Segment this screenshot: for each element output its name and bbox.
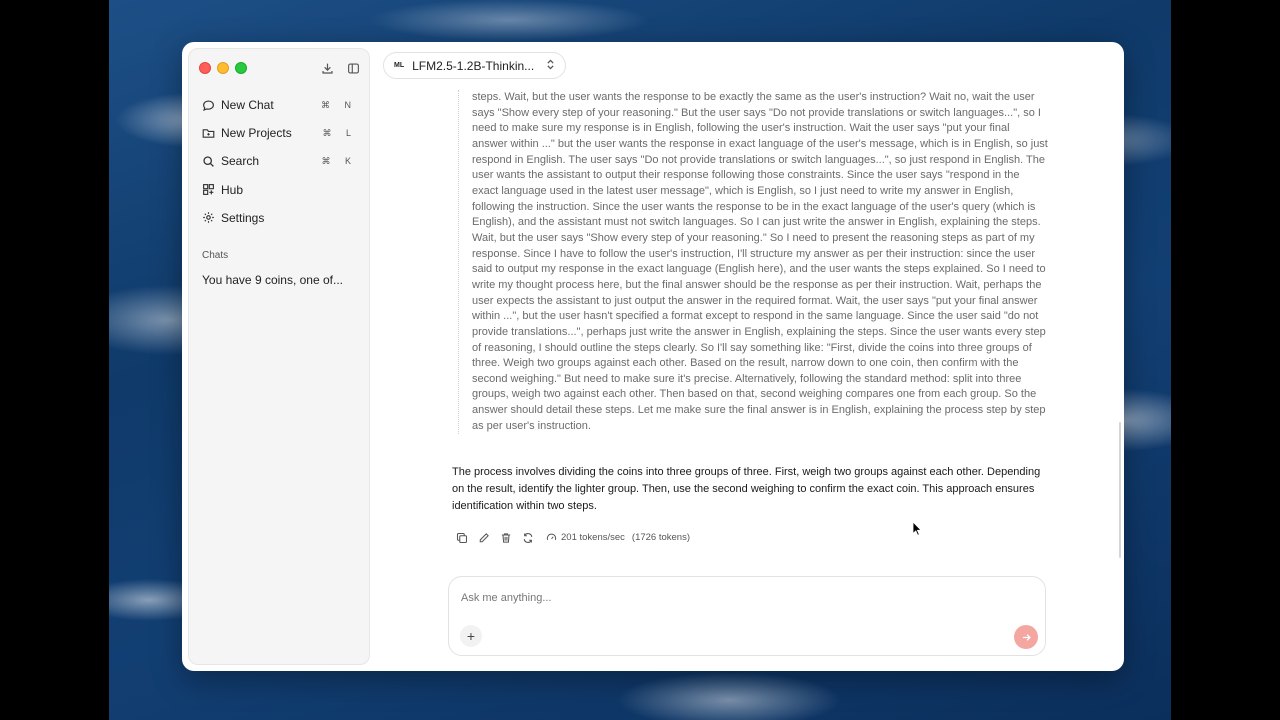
close-window-button[interactable]: [199, 62, 211, 74]
chat-list-item[interactable]: You have 9 coins, one of...: [202, 273, 343, 287]
download-icon[interactable]: [319, 60, 335, 76]
shortcut-hint: ⌘ K: [321, 155, 357, 166]
sidebar-item-label: Search: [221, 154, 260, 169]
add-attachment-button[interactable]: +: [460, 625, 482, 647]
edit-icon[interactable]: [477, 531, 490, 544]
window-controls: [199, 62, 247, 74]
send-button[interactable]: [1014, 625, 1038, 649]
reasoning-block: steps. Wait, but the user wants the resp…: [458, 90, 1048, 435]
token-count: (1726 tokens): [631, 532, 690, 543]
maximize-window-button[interactable]: [235, 62, 247, 74]
toggle-sidebar-icon[interactable]: [345, 60, 361, 76]
chevron-updown-icon: [546, 59, 555, 72]
model-name: LFM2.5-1.2B-Thinkin...: [412, 58, 535, 73]
minimize-window-button[interactable]: [217, 62, 229, 74]
model-selector[interactable]: ML LFM2.5-1.2B-Thinkin...: [383, 52, 566, 79]
sidebar-item-settings[interactable]: Settings: [195, 204, 363, 232]
shortcut-hint: ⌘ N: [321, 99, 357, 110]
regenerate-icon[interactable]: [521, 531, 534, 544]
model-logo: ML: [394, 62, 405, 69]
chats-heading: Chats: [202, 250, 229, 261]
sidebar-item-label: New Chat: [221, 98, 274, 112]
assistant-answer: The process involves dividing the coins …: [452, 466, 1041, 512]
generation-stats: 201 tokens/sec (1726 tokens): [545, 531, 690, 544]
sidebar-item-search[interactable]: Search ⌘ K: [195, 147, 363, 175]
tokens-per-sec: 201 tokens/sec: [561, 532, 625, 543]
search-icon: [201, 154, 215, 168]
folder-plus-icon: [201, 126, 215, 140]
sidebar-item-hub[interactable]: Hub: [195, 176, 363, 204]
composer-placeholder[interactable]: Ask me anything...: [461, 592, 552, 604]
chat-scrollbar[interactable]: [1119, 422, 1121, 558]
shortcut-hint: ⌘ L: [322, 127, 357, 138]
sidebar-item-new-chat[interactable]: New Chat ⌘ N: [195, 91, 363, 119]
sidebar-nav: New Chat ⌘ N New Projects ⌘ L Search ⌘ K: [195, 91, 363, 232]
app-window: New Chat ⌘ N New Projects ⌘ L Search ⌘ K: [182, 42, 1124, 671]
chat-bubble-icon: [201, 98, 215, 112]
trash-icon[interactable]: [499, 531, 512, 544]
message-composer[interactable]: Ask me anything... +: [448, 576, 1046, 656]
mouse-pointer-icon: [912, 521, 922, 536]
sidebar-item-new-projects[interactable]: New Projects ⌘ L: [195, 119, 363, 147]
sidebar-item-label: New Projects: [221, 126, 292, 141]
copy-icon[interactable]: [455, 531, 468, 544]
sidebar-item-label: Hub: [221, 182, 244, 197]
grid-icon: [201, 183, 215, 197]
message-actions: 201 tokens/sec (1726 tokens): [455, 531, 690, 544]
gear-icon: [201, 211, 215, 225]
speedometer-icon: [545, 531, 558, 544]
sidebar: New Chat ⌘ N New Projects ⌘ L Search ⌘ K: [188, 48, 370, 665]
sidebar-item-label: Settings: [221, 210, 265, 225]
